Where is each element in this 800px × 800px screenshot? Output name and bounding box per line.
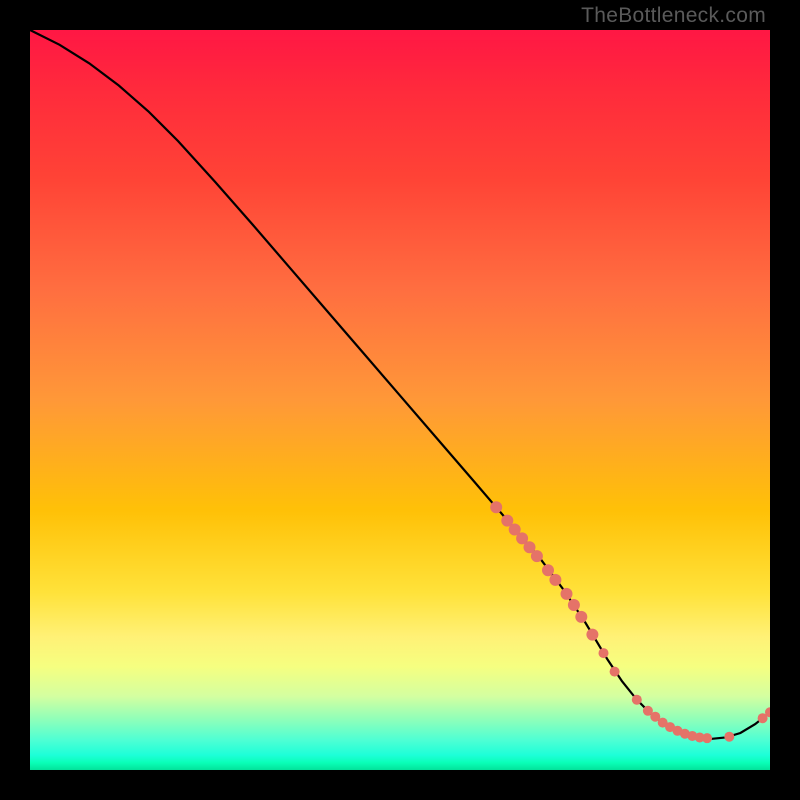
chart-point xyxy=(724,732,734,742)
chart-point xyxy=(542,564,554,576)
chart-point xyxy=(575,611,587,623)
chart-point xyxy=(610,667,620,677)
chart-svg xyxy=(30,30,770,770)
chart-point xyxy=(490,501,502,513)
chart-curve-line xyxy=(30,30,770,739)
chart-point xyxy=(531,550,543,562)
chart-point xyxy=(561,588,573,600)
chart-point xyxy=(632,695,642,705)
chart-point xyxy=(599,648,609,658)
chart-highlight-points xyxy=(490,501,770,743)
chart-point xyxy=(549,574,561,586)
watermark-text: TheBottleneck.com xyxy=(581,4,766,28)
chart-plot-area xyxy=(30,30,770,770)
chart-point xyxy=(568,599,580,611)
chart-point xyxy=(702,733,712,743)
chart-point xyxy=(586,629,598,641)
